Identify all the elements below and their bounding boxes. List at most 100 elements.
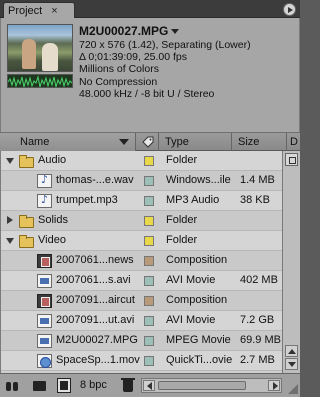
item-type: Folder	[166, 234, 198, 246]
item-size: 402 MB	[240, 274, 278, 286]
item-type: AVI Movie	[166, 274, 216, 286]
item-size: 1.4 MB	[240, 174, 275, 186]
label-color-swatch[interactable]	[144, 256, 154, 266]
thumbnail-figure	[22, 39, 36, 69]
audio-waveform	[7, 74, 73, 88]
item-name: Audio	[38, 154, 67, 166]
column-header: Name Type Size D	[0, 132, 300, 151]
file-row[interactable]: SpaceSp...1.mov QuickTi...ovie 2.7 MB	[1, 351, 282, 371]
file-row[interactable]: thomas-...e.wav Windows...ile 1.4 MB	[1, 171, 282, 191]
label-color-swatch[interactable]	[144, 176, 154, 186]
scroll-thumb[interactable]	[158, 381, 246, 390]
item-type: Windows...ile	[166, 174, 231, 186]
item-name: SpaceSp...1.mov	[56, 354, 140, 366]
tag-icon	[141, 136, 153, 148]
panel-menu-button[interactable]	[283, 3, 296, 16]
item-name: Video	[38, 234, 66, 246]
label-color-swatch[interactable]	[144, 296, 154, 306]
project-item-list: Audio Folder thomas-...e.wav Windows...ile 1…	[0, 151, 282, 373]
thumbnail-figure	[42, 43, 58, 71]
disclosure-open-icon[interactable]	[6, 236, 15, 245]
clip-dimensions: 720 x 576 (1.42), Separating (Lower)	[79, 39, 251, 51]
item-size: 69.9 MB	[240, 334, 281, 346]
audio-file-icon	[37, 173, 52, 188]
column-type-label: Type	[165, 136, 189, 148]
file-row[interactable]: 2007061...news Composition	[1, 251, 282, 271]
quicktime-file-icon	[37, 354, 52, 368]
item-type: AVI Movie	[166, 314, 216, 326]
folder-icon	[19, 155, 34, 168]
bottom-toolbar: 8 bpc	[0, 373, 300, 397]
column-name[interactable]: Name	[0, 133, 136, 151]
item-type: QuickTi...ovie	[166, 354, 233, 366]
item-size: 38 KB	[240, 194, 270, 206]
column-size-label: Size	[238, 136, 260, 148]
item-size: 7.2 GB	[240, 314, 275, 326]
trash-icon[interactable]	[121, 378, 135, 392]
folder-row[interactable]: Video Folder	[1, 231, 282, 251]
clip-info-area: M2U00027.MPG 720 x 576 (1.42), Separatin…	[0, 18, 300, 132]
clip-colors: Millions of Colors	[79, 63, 159, 76]
label-color-swatch[interactable]	[144, 216, 154, 226]
file-row[interactable]: 2007091...ut.avi AVI Movie 7.2 GB	[1, 311, 282, 331]
label-color-swatch[interactable]	[144, 236, 154, 246]
clip-compression: No Compression	[79, 75, 158, 88]
vertical-scrollbar[interactable]	[282, 151, 300, 373]
close-icon[interactable]: ×	[51, 5, 57, 17]
scroll-left-button[interactable]	[143, 380, 155, 391]
file-row[interactable]: 2007061...s.avi AVI Movie 402 MB	[1, 271, 282, 291]
clip-audio-format: 48.000 kHz / -8 bit U / Stereo	[79, 87, 215, 100]
flowchart-icon[interactable]	[285, 153, 298, 166]
item-type: Folder	[166, 214, 198, 226]
tab-label: Project	[8, 4, 43, 17]
label-color-swatch[interactable]	[144, 356, 154, 366]
disclosure-closed-icon[interactable]	[6, 216, 15, 225]
scroll-right-button[interactable]	[268, 380, 280, 391]
label-color-swatch[interactable]	[144, 316, 154, 326]
column-size[interactable]: Size	[233, 133, 287, 151]
scroll-down-button[interactable]	[285, 358, 298, 370]
binoculars-icon[interactable]	[5, 379, 19, 393]
item-name: thomas-...e.wav	[56, 174, 134, 186]
item-name: M2U00027.MPG	[56, 334, 138, 346]
movie-file-icon	[37, 274, 52, 288]
folder-row[interactable]: Solids Folder	[1, 211, 282, 231]
clip-name-dropdown[interactable]: M2U00027.MPG	[79, 24, 180, 38]
item-type: MP3 Audio	[166, 194, 220, 206]
scroll-up-button[interactable]	[285, 345, 298, 357]
new-composition-icon[interactable]	[57, 378, 71, 393]
tab-project[interactable]: Project ×	[3, 2, 75, 18]
resize-grip-icon[interactable]	[286, 382, 298, 394]
disclosure-open-icon[interactable]	[6, 156, 15, 165]
bit-depth-button[interactable]: 8 bpc	[80, 379, 107, 391]
column-type[interactable]: Type	[160, 133, 232, 151]
audio-file-icon	[37, 193, 52, 208]
label-color-swatch[interactable]	[144, 276, 154, 286]
item-type: MPEG Movie	[166, 334, 231, 346]
column-extra-label: D	[290, 136, 298, 148]
chevron-down-icon	[171, 28, 180, 34]
new-folder-icon[interactable]	[33, 381, 46, 391]
file-row[interactable]: trumpet.mp3 MP3 Audio 38 KB	[1, 191, 282, 211]
label-color-swatch[interactable]	[144, 156, 154, 166]
column-label[interactable]	[137, 133, 159, 151]
item-type: Composition	[166, 294, 228, 306]
item-name: 2007091...ut.avi	[56, 314, 135, 326]
item-name: Solids	[38, 214, 68, 226]
composition-icon	[37, 294, 52, 308]
item-type: Composition	[166, 254, 228, 266]
horizontal-scrollbar[interactable]	[141, 378, 282, 393]
file-row[interactable]: M2U00027.MPG MPEG Movie 69.9 MB	[1, 331, 282, 351]
file-row[interactable]: 2007091...aircut Composition	[1, 291, 282, 311]
folder-row[interactable]: Audio Folder	[1, 151, 282, 171]
panel-tab-strip: Project ×	[0, 0, 300, 18]
item-name: 2007061...s.avi	[56, 274, 131, 286]
composition-icon	[37, 254, 52, 268]
clip-details: 720 x 576 (1.42), Separating (Lower) Δ 0…	[79, 39, 251, 100]
item-name: trumpet.mp3	[56, 194, 118, 206]
movie-file-icon	[37, 314, 52, 328]
label-color-swatch[interactable]	[144, 336, 154, 346]
sort-descending-icon	[119, 139, 129, 145]
label-color-swatch[interactable]	[144, 196, 154, 206]
column-extra[interactable]: D	[288, 133, 300, 151]
